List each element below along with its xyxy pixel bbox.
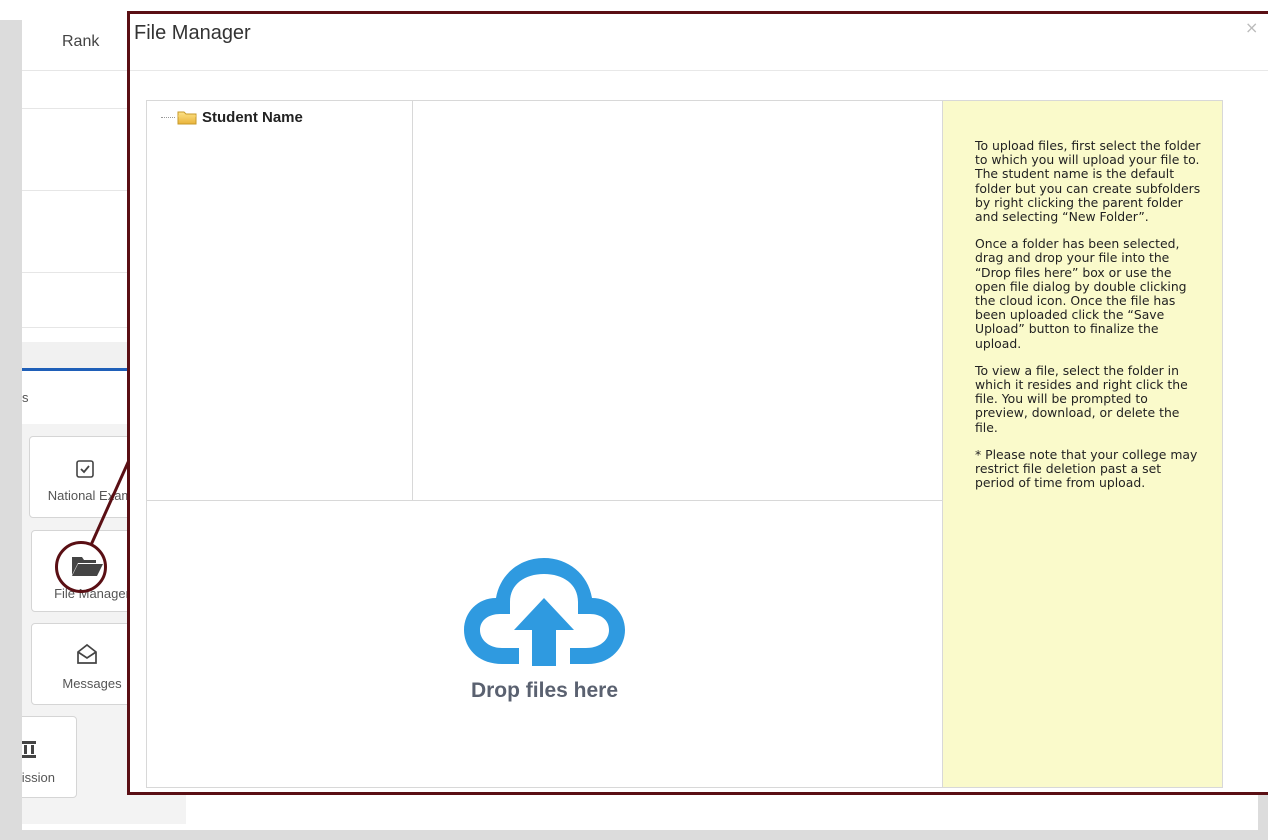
help-paragraph: To upload files, first select the folder… — [975, 138, 1201, 225]
help-panel: To upload files, first select the folder… — [942, 101, 1222, 787]
help-paragraph: Once a folder has been selected, drag an… — [975, 236, 1187, 351]
folder-tree: Student Name — [147, 101, 413, 501]
help-paragraph: To view a file, select the folder in whi… — [975, 362, 1188, 435]
file-manager-panel: Student Name Drop files here To upload f… — [146, 100, 1223, 788]
modal-title: File Manager — [134, 22, 251, 44]
drop-zone[interactable]: Drop files here — [147, 501, 942, 788]
folder-icon — [177, 111, 197, 125]
modal-header-divider — [130, 70, 1268, 71]
callout-circle — [55, 541, 107, 593]
tree-node-student-name[interactable]: Student Name — [161, 109, 303, 126]
cloud-upload-icon[interactable] — [462, 556, 627, 666]
tree-connector — [161, 117, 175, 118]
file-list-pane[interactable] — [413, 101, 942, 501]
file-manager-modal: File Manager × Student Name Drop files h… — [127, 11, 1268, 795]
drop-zone-label: Drop files here — [470, 679, 619, 702]
tree-node-label: Student Name — [202, 109, 303, 126]
close-icon[interactable]: × — [1245, 18, 1258, 37]
help-paragraph: * Please note that your college may rest… — [975, 446, 1198, 491]
